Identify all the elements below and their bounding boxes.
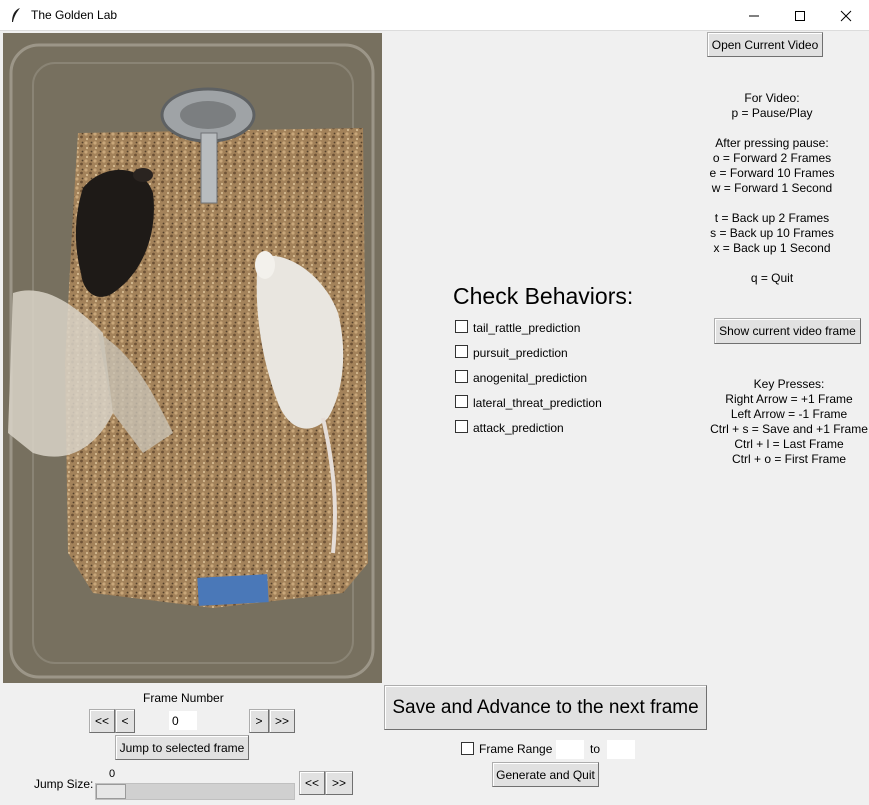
video-help-line: p = Pause/Play: [731, 106, 813, 120]
close-icon: [840, 10, 852, 22]
check-behaviors-heading: Check Behaviors:: [453, 283, 634, 309]
key-help-line: Ctrl + s = Save and +1 Frame: [710, 422, 868, 436]
key-presses-help: Key Presses: Right Arrow = +1 Frame Left A…: [709, 377, 869, 467]
show-current-frame-button[interactable]: Show current video frame: [714, 318, 861, 344]
behavior-label: pursuit_prediction: [473, 346, 568, 360]
jump-size-value: 0: [109, 768, 116, 780]
key-help-line: Left Arrow = -1 Frame: [730, 407, 848, 421]
video-help-line: t = Back up 2 Frames: [714, 211, 830, 225]
video-help-line: q = Quit: [750, 271, 794, 285]
jump-size-label: Jump Size:: [34, 777, 94, 791]
frame-range-label: Frame Range: [479, 742, 553, 756]
minimize-button[interactable]: [731, 0, 777, 31]
key-help-line: Ctrl + l = Last Frame: [734, 437, 844, 451]
frame-range-start-input[interactable]: [556, 740, 584, 759]
video-help-line: For Video:: [744, 91, 800, 105]
frame-number-label: Frame Number: [143, 691, 224, 705]
title-bar: The Golden Lab: [0, 0, 869, 31]
video-help-line: s = Back up 10 Frames: [710, 226, 834, 240]
frame-range-to-label: to: [590, 742, 601, 756]
key-help-line: Ctrl + o = First Frame: [731, 452, 847, 466]
video-help-line: e = Forward 10 Frames: [709, 166, 835, 180]
key-help-line: Key Presses:: [753, 377, 825, 391]
maximize-icon: [795, 11, 805, 21]
maximize-button[interactable]: [777, 0, 823, 31]
video-help-line: After pressing pause:: [715, 136, 829, 150]
video-frame-panel: [3, 33, 382, 683]
key-help-line: Right Arrow = +1 Frame: [725, 392, 853, 406]
feather-icon: [12, 8, 20, 22]
video-help-line: [696, 121, 848, 136]
behavior-checkbox[interactable]: [455, 345, 468, 358]
jump-forward-button[interactable]: >>: [325, 771, 353, 795]
frame-range-end-input[interactable]: [607, 740, 635, 759]
window-title: The Golden Lab: [31, 8, 118, 22]
next-frame-button[interactable]: >: [249, 709, 269, 733]
generate-and-quit-button[interactable]: Generate and Quit: [492, 762, 599, 787]
close-button[interactable]: [823, 0, 869, 31]
behavior-label: tail_rattle_prediction: [473, 321, 581, 335]
prev-frame-button[interactable]: <: [115, 709, 135, 733]
jump-to-frame-button[interactable]: Jump to selected frame: [115, 735, 249, 760]
behavior-label: anogenital_prediction: [473, 371, 588, 385]
video-controls-help: For Video: p = Pause/Play After pressing p…: [696, 91, 848, 286]
video-help-line: o = Forward 2 Frames: [712, 151, 832, 165]
behavior-checkbox[interactable]: [455, 370, 468, 383]
minimize-icon: [749, 15, 759, 17]
video-help-line: [696, 256, 848, 271]
video-help-line: w = Forward 1 Second: [711, 181, 833, 195]
first-frame-button[interactable]: <<: [89, 709, 115, 733]
jump-size-slider-thumb[interactable]: [96, 784, 126, 799]
video-help-line: [696, 196, 848, 211]
jump-back-button[interactable]: <<: [299, 771, 325, 795]
behavior-checkbox[interactable]: [455, 420, 468, 433]
behavior-checkbox[interactable]: [455, 320, 468, 333]
last-frame-button[interactable]: >>: [269, 709, 295, 733]
video-frame-image: [3, 33, 382, 683]
behavior-label: attack_prediction: [473, 421, 564, 435]
save-and-advance-button[interactable]: Save and Advance to the next frame: [384, 685, 707, 730]
open-current-video-button[interactable]: Open Current Video: [707, 32, 823, 57]
video-help-line: x = Back up 1 Second: [713, 241, 831, 255]
frame-number-input[interactable]: [169, 711, 197, 730]
behavior-checkbox[interactable]: [455, 395, 468, 408]
behavior-label: lateral_threat_prediction: [473, 396, 602, 410]
frame-range-checkbox[interactable]: [461, 742, 474, 755]
